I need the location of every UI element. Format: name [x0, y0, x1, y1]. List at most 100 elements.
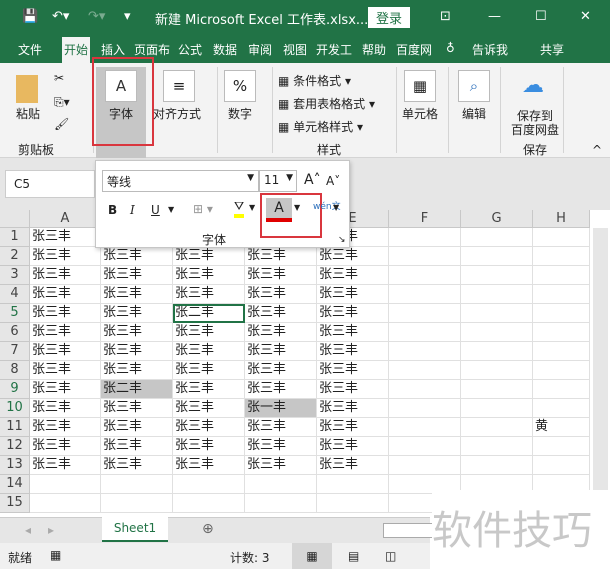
- login-button[interactable]: 登录: [368, 7, 411, 28]
- grow-font-icon[interactable]: A˄: [304, 172, 321, 188]
- cell[interactable]: [533, 285, 590, 304]
- cond-format-button[interactable]: ▦ 条件格式 ▾: [278, 72, 351, 89]
- cell[interactable]: 张一丰: [245, 399, 317, 418]
- column-header[interactable]: F: [389, 210, 461, 228]
- tab-baidu[interactable]: 百度网: [396, 41, 432, 58]
- tab-insert[interactable]: 插入: [101, 41, 125, 58]
- cell[interactable]: 张三丰: [317, 456, 389, 475]
- cells-button[interactable]: 单元格: [402, 105, 438, 122]
- row-header[interactable]: 12: [0, 437, 30, 456]
- cell[interactable]: [173, 475, 245, 494]
- cell[interactable]: 张三丰: [173, 399, 245, 418]
- cell[interactable]: 张三丰: [101, 437, 173, 456]
- minimize-icon[interactable]: —: [488, 9, 501, 24]
- page-break-view-icon[interactable]: ◫: [385, 549, 396, 563]
- cell[interactable]: [461, 323, 533, 342]
- redo-icon[interactable]: ↷▾: [88, 9, 105, 24]
- cell[interactable]: 张三丰: [173, 456, 245, 475]
- cell[interactable]: 张三丰: [101, 342, 173, 361]
- row-header[interactable]: 1: [0, 228, 30, 247]
- cell[interactable]: 张三丰: [30, 399, 101, 418]
- dialog-launcher-icon[interactable]: ↘: [338, 235, 346, 245]
- cell[interactable]: [461, 399, 533, 418]
- cell[interactable]: 张三丰: [245, 304, 317, 323]
- cell[interactable]: 张三丰: [245, 247, 317, 266]
- cell[interactable]: 张三丰: [245, 380, 317, 399]
- cell[interactable]: 张二丰: [101, 380, 173, 399]
- cell[interactable]: 张三丰: [317, 285, 389, 304]
- cell[interactable]: [389, 380, 461, 399]
- number-button[interactable]: 数字: [228, 105, 252, 122]
- cell[interactable]: [533, 437, 590, 456]
- cell[interactable]: [461, 418, 533, 437]
- cell-style-button[interactable]: ▦ 单元格样式 ▾: [278, 118, 363, 135]
- cell[interactable]: 张三丰: [245, 323, 317, 342]
- cell[interactable]: 张三丰: [173, 285, 245, 304]
- cell[interactable]: 张三丰: [101, 304, 173, 323]
- cell[interactable]: 张三丰: [317, 304, 389, 323]
- cell[interactable]: 张三丰: [101, 323, 173, 342]
- cell[interactable]: 张三丰: [317, 266, 389, 285]
- cell[interactable]: 张三丰: [317, 399, 389, 418]
- cell[interactable]: 张三丰: [245, 342, 317, 361]
- cell[interactable]: [389, 247, 461, 266]
- row-header[interactable]: 8: [0, 361, 30, 380]
- column-header[interactable]: G: [461, 210, 533, 228]
- cell[interactable]: 张三丰: [245, 456, 317, 475]
- tab-home[interactable]: 开始: [62, 37, 91, 63]
- customize-icon[interactable]: ▾: [124, 9, 131, 24]
- cell[interactable]: [461, 304, 533, 323]
- maximize-icon[interactable]: ☐: [535, 9, 547, 24]
- cell[interactable]: [533, 456, 590, 475]
- font-size-dropdown[interactable]: 11 ▼: [259, 170, 297, 192]
- normal-view-icon[interactable]: ▦: [292, 543, 332, 569]
- cell[interactable]: [461, 228, 533, 247]
- tab-page-layout[interactable]: 页面布: [134, 41, 170, 58]
- cell[interactable]: 张三丰: [173, 361, 245, 380]
- cell[interactable]: 张三丰: [30, 247, 101, 266]
- paste-button[interactable]: 粘贴: [16, 105, 40, 122]
- cell[interactable]: [533, 323, 590, 342]
- page-layout-view-icon[interactable]: ▤: [348, 549, 359, 563]
- cell[interactable]: 张三丰: [173, 437, 245, 456]
- table-format-button[interactable]: ▦ 套用表格格式 ▾: [278, 95, 375, 112]
- cell[interactable]: [173, 494, 245, 513]
- cell[interactable]: [533, 266, 590, 285]
- cell[interactable]: 张三丰: [245, 285, 317, 304]
- cell[interactable]: [533, 304, 590, 323]
- cell[interactable]: 张三丰: [30, 228, 101, 247]
- horizontal-scrollbar[interactable]: [383, 523, 433, 538]
- tab-view[interactable]: 视图: [283, 41, 307, 58]
- underline-button[interactable]: U: [151, 203, 160, 217]
- cell[interactable]: 张三丰: [101, 361, 173, 380]
- row-header[interactable]: 15: [0, 494, 30, 513]
- row-header[interactable]: 7: [0, 342, 30, 361]
- ribbon-display-icon[interactable]: ⊡: [440, 9, 451, 24]
- select-all-corner[interactable]: [0, 210, 30, 228]
- cell[interactable]: 张三丰: [30, 361, 101, 380]
- cell[interactable]: [389, 437, 461, 456]
- cell[interactable]: 张三丰: [173, 342, 245, 361]
- cell[interactable]: 张三丰: [101, 399, 173, 418]
- cell[interactable]: [461, 285, 533, 304]
- cell[interactable]: 张三丰: [101, 285, 173, 304]
- active-cell[interactable]: 张二丰: [173, 304, 245, 323]
- border-icon[interactable]: ⊞ ▾: [193, 202, 213, 216]
- cell[interactable]: [533, 399, 590, 418]
- cell[interactable]: 张三丰: [30, 304, 101, 323]
- tell-me[interactable]: 告诉我: [472, 41, 508, 58]
- edit-button[interactable]: 编辑: [462, 105, 486, 122]
- cell[interactable]: 张三丰: [101, 418, 173, 437]
- cell[interactable]: [533, 228, 590, 247]
- sheet-tab-sheet1[interactable]: Sheet1: [102, 517, 168, 542]
- cell[interactable]: [389, 323, 461, 342]
- cell[interactable]: [533, 247, 590, 266]
- cell[interactable]: 张三丰: [317, 361, 389, 380]
- phonetic-dropdown-icon[interactable]: ▼: [333, 203, 339, 212]
- column-header[interactable]: A: [30, 210, 101, 228]
- undo-icon[interactable]: ↶▾: [52, 9, 69, 24]
- cell[interactable]: [533, 380, 590, 399]
- cell[interactable]: [461, 342, 533, 361]
- cell[interactable]: 张三丰: [173, 380, 245, 399]
- cell[interactable]: 张三丰: [317, 247, 389, 266]
